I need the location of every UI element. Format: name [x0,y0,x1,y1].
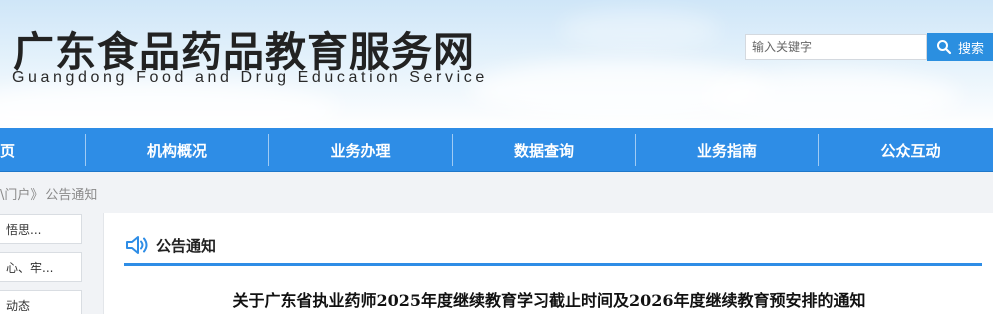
article-title[interactable]: 关于广东省执业药师2025年度继续教育学习截止时间及2026年度继续教育预安排的… [104,287,993,311]
sidebar-item[interactable]: 动态 [0,290,82,314]
search-button[interactable]: 搜索 [927,33,993,61]
sidebar-item[interactable]: 心、牢... [0,252,82,282]
search-icon [936,40,952,55]
nav-item-guide[interactable]: 业务指南 [636,128,818,172]
breadcrumb-current: 公告通知 [45,188,98,203]
content-panel: 公告通知 关于广东省执业药师2025年度继续教育学习截止时间及2026年度继续教… [103,213,993,314]
section-divider [124,263,982,266]
search-input[interactable] [745,34,927,60]
breadcrumb: \门户》 公告通知 [0,184,97,203]
nav-item-interaction[interactable]: 公众互动 [819,128,993,172]
main-nav: 页 机构概况 业务办理 数据查询 业务指南 公众互动 [0,128,993,172]
search-button-label: 搜索 [957,41,984,57]
header-cloud [0,80,340,128]
header-cloud [560,10,720,50]
header-cloud [700,70,960,125]
sidebar-item[interactable]: 悟思... [0,214,82,244]
site-logo-subtitle: Guangdong Food and Drug Education Servic… [12,69,488,86]
breadcrumb-separator: 》 [30,188,44,203]
nav-item-about[interactable]: 机构概况 [86,128,268,172]
section-title: 公告通知 [156,236,217,255]
speaker-icon [126,236,148,254]
site-header: 广东食品药品教育服务网 Guangdong Food and Drug Educ… [0,0,993,128]
breadcrumb-parent[interactable]: \门户 [0,184,30,203]
section-header: 公告通知 [124,231,216,259]
nav-item-home[interactable]: 页 [0,128,15,172]
nav-item-data-query[interactable]: 数据查询 [453,128,635,172]
nav-item-services[interactable]: 业务办理 [269,128,452,172]
